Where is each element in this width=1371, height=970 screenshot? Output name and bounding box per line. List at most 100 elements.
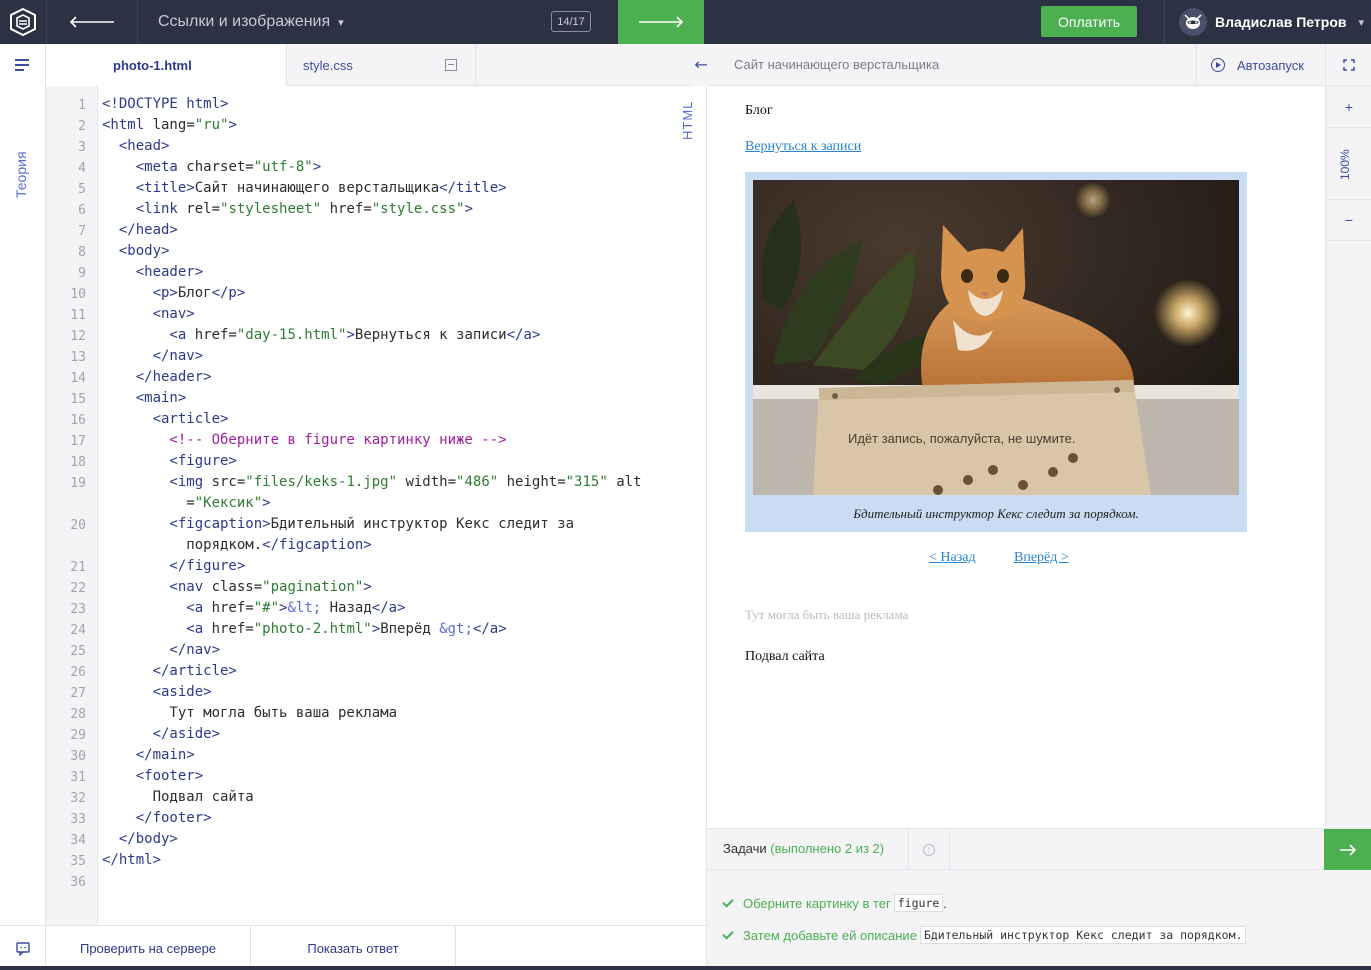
code-line: ="Кексик">	[102, 495, 271, 511]
code-line: </figure>	[102, 558, 246, 574]
line-number: 13	[70, 350, 86, 365]
user-menu[interactable]: Владислав Петров ▾	[1164, 0, 1371, 44]
back-arrow-button[interactable]	[46, 0, 138, 44]
figure: Идёт запись, пожалуйста, не шумите. Бдит…	[745, 172, 1247, 532]
step-counter: 14/17	[551, 11, 591, 32]
task-list: Оберните картинку в тег figure . Затем д…	[707, 870, 1371, 966]
code-line: <a href="photo-2.html">Вперёд &gt;</a>	[102, 621, 507, 637]
logo-icon[interactable]	[0, 0, 46, 44]
code-line: </head>	[102, 222, 178, 238]
code-line: порядком.</figcaption>	[102, 537, 372, 553]
code-line: </article>	[102, 663, 237, 679]
top-bar: Ссылки и изображения ▾ 14/17 Оплатить Вл…	[0, 0, 1371, 44]
line-number: 1	[78, 98, 86, 113]
code-line: <body>	[102, 243, 170, 259]
arrow-right-icon	[639, 16, 684, 28]
prev-link[interactable]: < Назад	[929, 550, 976, 566]
zoom-out-button[interactable]: −	[1326, 199, 1371, 241]
line-number: 12	[70, 329, 86, 344]
show-answer-button[interactable]: Показать ответ	[251, 926, 456, 970]
task-item: Оберните картинку в тег figure .	[722, 894, 947, 912]
line-number: 20	[70, 518, 86, 533]
line-number: 8	[78, 245, 86, 260]
next-link[interactable]: Вперёд >	[1014, 550, 1069, 566]
code-line: <a href="day-15.html">Вернуться к записи…	[102, 327, 541, 343]
code-line: </html>	[102, 852, 162, 868]
section-dropdown[interactable]: Ссылки и изображения ▾	[158, 0, 344, 44]
tab-style-css[interactable]: style.css	[287, 44, 476, 86]
next-step-button[interactable]	[618, 0, 704, 44]
line-number: 5	[78, 182, 86, 197]
chevron-down-icon: ▾	[338, 16, 344, 29]
code-editor[interactable]: <!DOCTYPE html> <html lang="ru"> <head> <…	[98, 86, 706, 925]
check-on-server-button[interactable]: Проверить на сервере	[46, 926, 251, 970]
zoom-level: 100%	[1338, 149, 1352, 180]
code-line: Тут могла быть ваша реклама	[102, 705, 398, 721]
line-number: 30	[70, 749, 86, 764]
page-footer: Подвал сайта	[745, 649, 825, 664]
feedback-icon[interactable]	[0, 926, 46, 970]
code-line: <figcaption>Бдительный инструктор Кекс с…	[102, 516, 575, 532]
line-number: 7	[78, 224, 86, 239]
tasks-label: Задачи	[723, 841, 767, 856]
info-icon[interactable]: !	[908, 829, 950, 871]
chevron-down-icon: ▾	[1358, 16, 1365, 29]
pay-button[interactable]: Оплатить	[1041, 6, 1137, 37]
code-line: </nav>	[102, 642, 221, 658]
code-line: <!-- Оберните в figure картинку ниже -->	[102, 432, 507, 448]
line-number: 6	[78, 203, 86, 218]
task-code: figure	[893, 894, 944, 912]
next-task-button[interactable]	[1324, 829, 1371, 871]
task-text: Оберните картинку в тег	[743, 895, 891, 911]
left-rail: Теория	[0, 44, 46, 925]
code-line: <head>	[102, 138, 170, 154]
line-number-gutter: 1 2 3 4 5 6 7 8 9 10 11 12 13 14 15 16 1…	[46, 86, 98, 925]
fullscreen-icon[interactable]	[1326, 44, 1371, 86]
arrow-right-icon	[1339, 844, 1356, 856]
play-icon	[1211, 58, 1225, 72]
task-suffix: .	[943, 895, 947, 911]
arrow-left-icon	[69, 16, 114, 28]
preview-header: Сайт начинающего верстальщика Автозапуск	[707, 44, 1325, 86]
menu-icon[interactable]	[14, 58, 30, 77]
code-line: <aside>	[102, 684, 212, 700]
code-line: <p>Блог</p>	[102, 285, 246, 301]
line-number: 27	[70, 686, 86, 701]
tasks-header: Задачи (выполнено 2 из 2) !	[707, 828, 1371, 871]
figure-caption: Бдительный инструктор Кекс следит за пор…	[853, 506, 1139, 521]
code-line: </nav>	[102, 348, 204, 364]
line-number: 19	[70, 476, 86, 491]
line-number: 9	[78, 266, 86, 281]
avatar	[1179, 8, 1207, 36]
line-number: 34	[70, 833, 86, 848]
zoom-in-button[interactable]: +	[1326, 86, 1371, 128]
code-line: <a href="#">&lt; Назад</a>	[102, 600, 406, 616]
line-number: 10	[70, 287, 86, 302]
code-line: <title>Сайт начинающего верстальщика</ti…	[102, 180, 507, 196]
line-number: 26	[70, 665, 86, 680]
autorun-toggle[interactable]: Автозапуск	[1196, 44, 1325, 86]
line-number: 4	[78, 161, 86, 176]
back-to-post-link[interactable]: Вернуться к записи	[745, 139, 861, 155]
code-line: </header>	[102, 369, 212, 385]
line-number: 21	[70, 560, 86, 575]
code-line: <html lang="ru">	[102, 117, 237, 133]
line-number: 24	[70, 623, 86, 638]
line-number: 11	[70, 308, 86, 323]
line-number: 28	[70, 707, 86, 722]
code-line: <nav class="pagination">	[102, 579, 372, 595]
code-line: </body>	[102, 831, 178, 847]
line-number: 18	[70, 455, 86, 470]
raccoon-icon	[1184, 14, 1202, 29]
tab-photo-1-html[interactable]: photo-1.html	[46, 44, 287, 86]
minimize-icon[interactable]	[445, 59, 457, 71]
theory-tab[interactable]: Теория	[13, 151, 29, 198]
line-number: 22	[70, 581, 86, 596]
code-line: Подвал сайта	[102, 789, 254, 805]
code-line: <!DOCTYPE html>	[102, 96, 229, 112]
code-line: <footer>	[102, 768, 204, 784]
line-number: 32	[70, 791, 86, 806]
line-number: 14	[70, 371, 86, 386]
code-line: </footer>	[102, 810, 212, 826]
preview-page-title: Сайт начинающего верстальщика	[734, 57, 940, 72]
